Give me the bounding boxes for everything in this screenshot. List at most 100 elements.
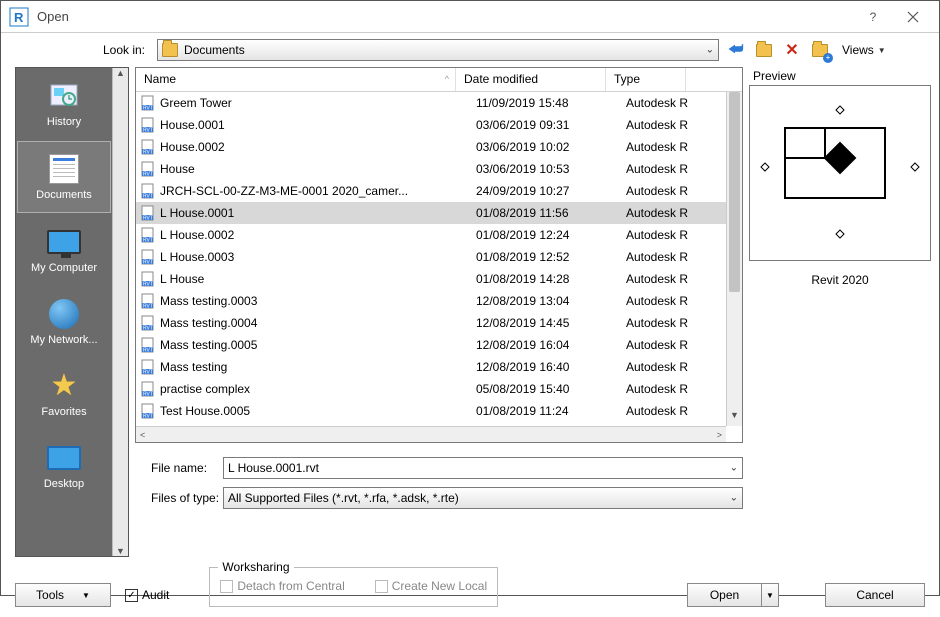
svg-text:RVT: RVT — [143, 216, 153, 222]
file-row[interactable]: RVTMass testing.000512/08/2019 16:04Auto… — [136, 334, 742, 356]
svg-text:RVT: RVT — [143, 348, 153, 354]
file-date-cell: 01/08/2019 12:52 — [476, 250, 626, 264]
scroll-down-icon: ▼ — [116, 546, 125, 556]
svg-text:RVT: RVT — [143, 128, 153, 134]
new-folder-button[interactable]: + — [809, 39, 831, 61]
place-history[interactable]: History — [16, 68, 112, 140]
place-mynetwork[interactable]: My Network... — [16, 286, 112, 358]
file-row[interactable]: RVT L House01/08/2019 14:28Autodesk R — [136, 268, 742, 290]
close-button[interactable] — [893, 1, 933, 33]
file-name-cell: L House.0002 — [160, 228, 476, 242]
views-label: Views — [842, 43, 874, 57]
file-list-vscrollbar[interactable]: ▲ ▼ — [726, 92, 742, 426]
check-icon: ✓ — [125, 589, 138, 602]
file-row[interactable]: RVTL House.000101/08/2019 11:56Autodesk … — [136, 202, 742, 224]
folder-icon — [162, 43, 178, 57]
chevron-down-icon: ⌄ — [706, 45, 714, 56]
tools-button[interactable]: Tools ▼ — [15, 583, 111, 607]
chevron-down-icon: ⌄ — [730, 463, 738, 474]
audit-checkbox[interactable]: ✓ Audit — [125, 583, 169, 607]
file-name-combo[interactable]: L House.0001.rvt ⌄ — [223, 457, 743, 479]
place-documents[interactable]: Documents — [17, 141, 111, 213]
up-folder-button[interactable] — [753, 39, 775, 61]
place-label: History — [47, 116, 81, 128]
column-header-name[interactable]: Name ^ — [136, 68, 456, 91]
scroll-thumb[interactable] — [729, 92, 740, 292]
svg-text:RVT: RVT — [143, 238, 153, 244]
file-name-cell: Mass testing — [160, 360, 476, 374]
file-type-cell: Autodesk R — [626, 250, 706, 264]
revit-icon: R — [9, 7, 29, 27]
file-row[interactable]: RVT L House.000201/08/2019 12:24Autodesk … — [136, 224, 742, 246]
rvt-file-icon: RVT — [140, 271, 156, 287]
cancel-button[interactable]: Cancel — [825, 583, 925, 607]
svg-text:RVT: RVT — [143, 150, 153, 156]
look-in-combo[interactable]: Documents ⌄ — [157, 39, 719, 61]
file-date-cell: 01/08/2019 14:28 — [476, 272, 626, 286]
file-row[interactable]: RVTL House.000301/08/2019 12:52Autodesk … — [136, 246, 742, 268]
create-local-checkbox[interactable]: Create New Local — [375, 579, 487, 593]
open-dropdown-button[interactable]: ▼ — [761, 583, 779, 607]
title-bar: R Open ? — [1, 1, 939, 33]
file-list: Name ^ Date modified Type RVTGreem Tower… — [135, 67, 743, 443]
file-name-cell: practise complex — [160, 382, 476, 396]
file-row[interactable]: RVTMass testing12/08/2019 16:40Autodesk … — [136, 356, 742, 378]
files-of-type-value: All Supported Files (*.rvt, *.rfa, *.ads… — [228, 491, 459, 505]
file-date-cell: 24/09/2019 10:27 — [476, 184, 626, 198]
file-date-cell: 12/08/2019 14:45 — [476, 316, 626, 330]
file-row[interactable]: RVTTest House.000501/08/2019 11:24Autode… — [136, 400, 742, 422]
file-type-cell: Autodesk R — [626, 184, 706, 198]
rvt-file-icon: RVT — [140, 205, 156, 221]
column-header-date[interactable]: Date modified — [456, 68, 606, 91]
file-date-cell: 01/08/2019 11:56 — [476, 206, 626, 220]
place-favorites[interactable]: ★Favorites — [16, 358, 112, 430]
file-type-cell: Autodesk R — [626, 382, 706, 396]
file-type-cell: Autodesk R — [626, 162, 706, 176]
file-row[interactable]: RVTMass testing.000312/08/2019 13:04Auto… — [136, 290, 742, 312]
place-label: My Network... — [30, 334, 97, 346]
place-mycomputer[interactable]: My Computer — [16, 214, 112, 286]
open-button[interactable]: Open — [687, 583, 761, 607]
place-desktop[interactable]: Desktop — [16, 430, 112, 502]
file-name-cell: L House.0001 — [160, 206, 476, 220]
file-date-cell: 01/08/2019 12:24 — [476, 228, 626, 242]
scroll-right-icon: > — [717, 430, 722, 440]
place-label: Desktop — [44, 478, 84, 490]
file-row[interactable]: RVTpractise complex05/08/2019 15:40Autod… — [136, 378, 742, 400]
file-row[interactable]: RVTHouse.000103/06/2019 09:31Autodesk R — [136, 114, 742, 136]
places-scrollbar[interactable]: ▲ ▼ — [112, 68, 128, 556]
preview-label: Preview — [749, 67, 931, 85]
rvt-file-icon: RVT — [140, 139, 156, 155]
svg-text:RVT: RVT — [143, 414, 153, 420]
place-label: Favorites — [41, 406, 86, 418]
file-name-cell: L House — [160, 272, 476, 286]
file-row[interactable]: RVTHouse03/06/2019 10:53Autodesk R — [136, 158, 742, 180]
file-name-cell: House.0002 — [160, 140, 476, 154]
file-row[interactable]: RVTMass testing.000412/08/2019 14:45Auto… — [136, 312, 742, 334]
preview-pane: Preview Revit 2020 — [749, 67, 931, 557]
file-row[interactable]: RVTJRCH-SCL-00-ZZ-M3-ME-0001 2020_camer.… — [136, 180, 742, 202]
views-dropdown[interactable]: Views ▼ — [837, 39, 891, 61]
file-type-cell: Autodesk R — [626, 360, 706, 374]
mynetwork-icon — [46, 298, 82, 330]
back-button[interactable]: ⮨ — [725, 39, 747, 61]
window-title: Open — [37, 9, 853, 24]
rvt-file-icon: RVT — [140, 381, 156, 397]
file-row[interactable]: RVTHouse.000203/06/2019 10:02Autodesk R — [136, 136, 742, 158]
file-list-hscrollbar[interactable]: < > — [136, 426, 726, 442]
file-date-cell: 12/08/2019 13:04 — [476, 294, 626, 308]
file-type-cell: Autodesk R — [626, 228, 706, 242]
files-of-type-combo[interactable]: All Supported Files (*.rvt, *.rfa, *.ads… — [223, 487, 743, 509]
help-button[interactable]: ? — [853, 1, 893, 33]
detach-checkbox[interactable]: Detach from Central — [220, 579, 344, 593]
file-type-cell: Autodesk R — [626, 272, 706, 286]
file-row[interactable]: RVTGreem Tower11/09/2019 15:48Autodesk R — [136, 92, 742, 114]
checkbox-icon — [220, 580, 233, 593]
svg-text:R: R — [14, 10, 24, 25]
delete-button[interactable]: ✕ — [781, 39, 803, 61]
file-name-label: File name: — [135, 461, 223, 475]
file-name-value: L House.0001.rvt — [228, 461, 319, 475]
column-header-type[interactable]: Type — [606, 68, 686, 91]
plus-icon: + — [823, 53, 833, 63]
rvt-file-icon: RVT — [140, 95, 156, 111]
